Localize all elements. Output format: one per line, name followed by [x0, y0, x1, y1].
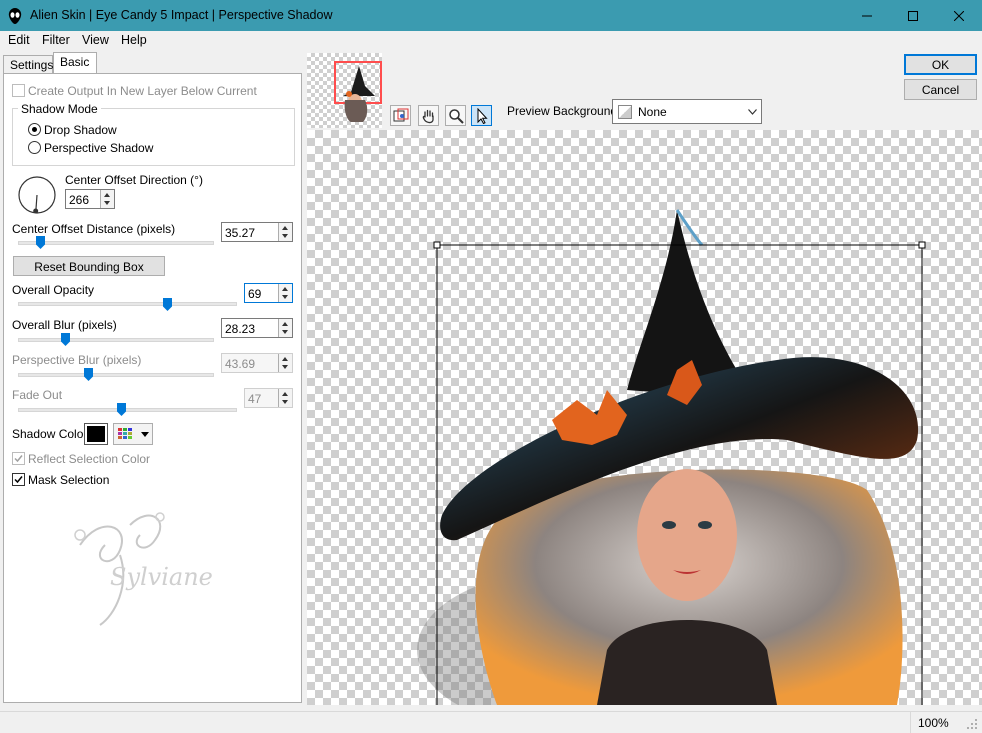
menu-help[interactable]: Help — [121, 33, 147, 47]
create-output-label: Create Output In New Layer Below Current — [28, 84, 257, 98]
menu-view[interactable]: View — [82, 33, 109, 47]
cancel-button[interactable]: Cancel — [904, 79, 977, 100]
opacity-slider-track[interactable] — [18, 302, 237, 306]
hand-icon[interactable] — [418, 105, 439, 126]
minimize-icon[interactable] — [844, 0, 890, 31]
distance-value: 35.27 — [225, 226, 256, 240]
maximize-icon[interactable] — [890, 0, 936, 31]
shadow-mode-title: Shadow Mode — [18, 102, 101, 116]
perspective-blur-value: 43.69 — [225, 357, 256, 371]
sylviane-watermark: Sylviane — [60, 505, 220, 635]
perspective-blur-spinbox[interactable]: 43.69 — [221, 353, 293, 373]
drop-shadow-label: Drop Shadow — [44, 123, 117, 137]
thumbnail-image — [343, 66, 375, 122]
color-picker-button[interactable] — [113, 423, 153, 445]
transparent-swatch-icon — [618, 105, 632, 119]
navigator-icon[interactable] — [390, 105, 411, 126]
preview-background-select[interactable]: None — [612, 99, 762, 124]
tab-settings[interactable]: Settings — [3, 55, 53, 75]
pointer-icon[interactable] — [471, 105, 492, 126]
direction-spinbox[interactable]: 266 — [65, 189, 115, 209]
reflect-selection-label: Reflect Selection Color — [28, 452, 151, 466]
preview-background-value: None — [638, 105, 667, 119]
perspective-shadow-radio[interactable] — [28, 141, 41, 154]
blur-slider-track[interactable] — [18, 338, 214, 342]
direction-dial[interactable] — [17, 175, 57, 215]
menu-filter[interactable]: Filter — [42, 33, 70, 47]
shadow-mode-group — [12, 108, 295, 166]
mask-selection-checkbox[interactable] — [12, 473, 25, 486]
navigator-thumbnail[interactable] — [307, 53, 382, 128]
watermark-text: Sylviane — [110, 563, 213, 591]
tab-basic[interactable]: Basic — [53, 52, 97, 74]
title-bar: Alien Skin | Eye Candy 5 Impact | Perspe… — [0, 0, 982, 31]
opacity-spinbox[interactable]: 69 — [244, 283, 293, 303]
reset-bounding-box-button[interactable]: Reset Bounding Box — [13, 256, 165, 276]
preview-background-label: Preview Background: — [507, 104, 621, 118]
zoom-level: 100% — [918, 716, 949, 730]
perspective-blur-label: Perspective Blur (pixels) — [12, 353, 142, 367]
shadow-color-label: Shadow Color — [12, 427, 88, 441]
mask-selection-label: Mask Selection — [28, 473, 110, 487]
close-icon[interactable] — [936, 0, 982, 31]
opacity-label: Overall Opacity — [12, 283, 95, 297]
reflect-selection-checkbox[interactable] — [12, 452, 25, 465]
distance-spinbox[interactable]: 35.27 — [221, 222, 293, 242]
opacity-value: 69 — [248, 287, 262, 301]
blur-label: Overall Blur (pixels) — [12, 318, 117, 332]
palette-icon — [118, 428, 132, 439]
blur-value: 28.23 — [225, 322, 256, 336]
zoom-icon[interactable] — [445, 105, 466, 126]
create-output-checkbox[interactable] — [12, 84, 25, 97]
resize-grip-icon[interactable] — [966, 718, 978, 730]
alien-skin-icon — [8, 8, 22, 24]
window-title: Alien Skin | Eye Candy 5 Impact | Perspe… — [30, 8, 333, 22]
direction-value: 266 — [69, 193, 90, 207]
perspective-blur-slider-track[interactable] — [18, 373, 214, 377]
menu-edit[interactable]: Edit — [8, 33, 30, 47]
distance-slider-track[interactable] — [18, 241, 214, 245]
status-bar: 100% — [0, 711, 982, 733]
ok-button[interactable]: OK — [904, 54, 977, 75]
fade-out-label: Fade Out — [12, 388, 63, 402]
shadow-color-swatch[interactable] — [84, 423, 108, 445]
chevron-down-icon — [141, 432, 149, 437]
menu-bar: Edit Filter View Help — [0, 31, 982, 51]
preview-canvas[interactable] — [307, 130, 982, 705]
fade-out-value: 47 — [248, 392, 262, 406]
chevron-down-icon — [748, 109, 757, 115]
witch-preview-image — [417, 209, 926, 705]
direction-label: Center Offset Direction (°) — [65, 173, 203, 187]
drop-shadow-radio[interactable] — [28, 123, 41, 136]
blur-spinbox[interactable]: 28.23 — [221, 318, 293, 338]
distance-label: Center Offset Distance (pixels) — [12, 222, 176, 236]
fade-out-spinbox[interactable]: 47 — [244, 388, 293, 408]
fade-out-slider-track[interactable] — [18, 408, 237, 412]
perspective-shadow-label: Perspective Shadow — [44, 141, 154, 155]
